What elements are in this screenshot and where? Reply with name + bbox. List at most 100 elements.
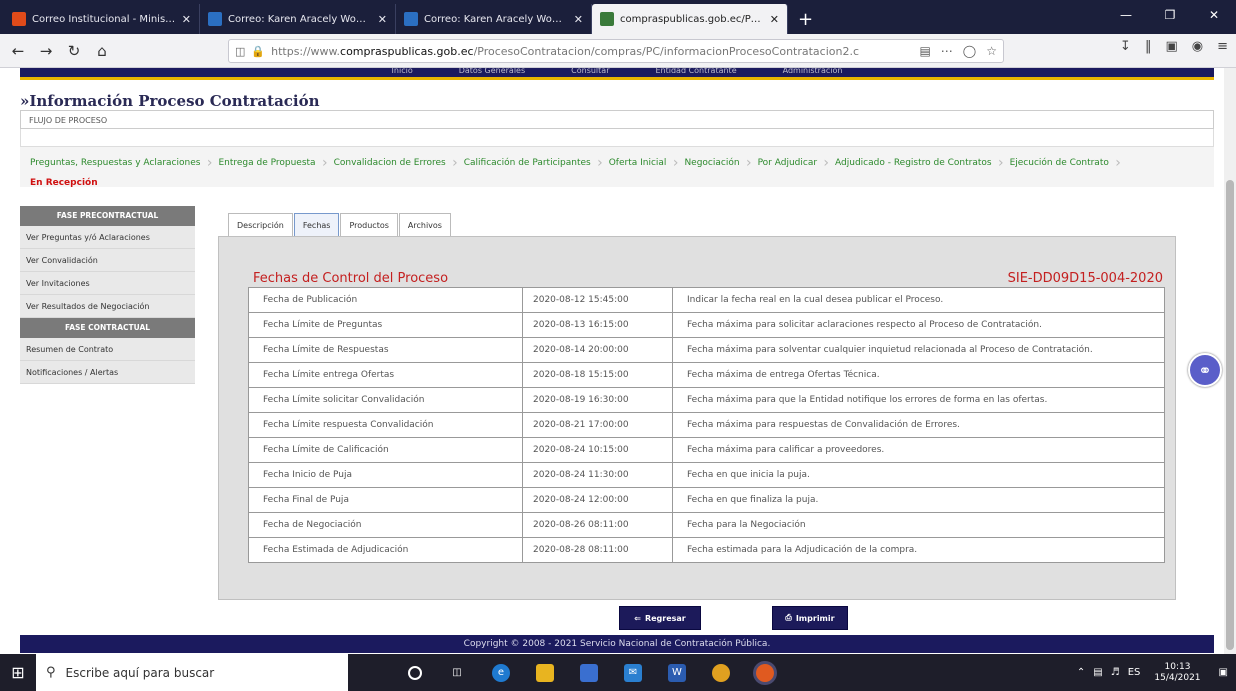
back-button[interactable]: ⇐ Regresar [619,606,701,630]
close-tab-icon[interactable]: ✕ [378,13,387,26]
reload-icon[interactable]: ↻ [60,38,88,64]
date-value: 2020-08-21 17:00:00 [522,412,673,438]
edge-icon[interactable]: e [492,663,510,682]
process-step[interactable]: Preguntas, Respuestas y Aclaraciones [30,153,213,173]
taskbar-search[interactable]: ⚲ Escribe aquí para buscar [36,654,348,691]
url-path: /ProcesoContratacion/compras/PC/informac… [473,44,860,58]
page-actions-icon[interactable]: ⋯ [941,44,953,58]
process-step[interactable]: Adjudicado - Registro de Contratos [835,153,1003,173]
chrome-icon[interactable] [712,663,730,682]
menu-item[interactable]: Ver Resultados de Negociación [20,295,195,318]
firefox-icon[interactable] [756,663,774,682]
date-label: Fecha Límite de Calificación [248,437,523,463]
process-step[interactable]: Convalidacion de Errores [334,153,458,173]
library-icon[interactable]: ‖ [1145,39,1152,54]
browser-tab[interactable]: Correo: Karen Aracely Wonsan ✕ [200,4,396,34]
network-icon[interactable]: ▤ [1093,667,1102,678]
table-row: Fecha Inicio de Puja 2020-08-24 11:30:00 F… [248,462,1165,488]
menu-item[interactable]: Ver Preguntas y/ó Aclaraciones [20,226,195,249]
url-domain: compraspublicas.gob.ec [340,44,474,58]
date-description: Indicar la fecha real en la cual desea p… [672,287,1165,313]
process-step[interactable]: En Recepción [30,173,98,193]
new-tab-button[interactable]: + [788,4,823,34]
menu-item[interactable]: Ver Invitaciones [20,272,195,295]
home-icon[interactable]: ⌂ [88,38,116,64]
restore-icon[interactable]: ❐ [1148,0,1192,30]
url-bar[interactable]: ◫ 🔒 https://www. compraspublicas.gob.ec/P… [228,39,1004,63]
download-icon[interactable]: ↧ [1120,39,1131,54]
tab-descripcion[interactable]: Descripción [228,213,293,237]
table-row: Fecha de Publicación 2020-08-12 15:45:00 I… [248,287,1165,313]
sidebar-icon[interactable]: ▣ [1165,39,1177,54]
topnav-item[interactable]: Entidad Contratante [655,68,736,77]
date-label: Fecha de Publicación [248,287,523,313]
topnav-item[interactable]: Consultar [571,68,609,77]
tab-archivos[interactable]: Archivos [398,213,451,237]
process-step[interactable]: Entrega de Propuesta [218,153,327,173]
process-steps: Preguntas, Respuestas y AclaracionesEntr… [20,147,1214,188]
windows-start-icon[interactable]: ⊞ [0,654,36,691]
close-window-icon[interactable]: ✕ [1192,0,1236,30]
bookmark-star-icon[interactable]: ☆ [986,44,997,58]
minimize-icon[interactable]: — [1104,0,1148,30]
menu-icon[interactable]: ≡ [1217,39,1228,54]
tray-chevron-icon[interactable]: ⌃ [1077,667,1085,678]
notifications-icon[interactable]: ▣ [1219,667,1228,678]
cortana-icon[interactable] [408,665,422,680]
date-label: Fecha Límite de Preguntas [248,312,523,338]
menu-item[interactable]: Notificaciones / Alertas [20,361,195,384]
table-row: Fecha Límite respuesta Convalidación 2020… [248,412,1165,438]
volume-icon[interactable]: ♬ [1111,667,1120,678]
topnav-item[interactable]: Datos Generales [459,68,525,77]
date-label: Fecha Límite entrega Ofertas [248,362,523,388]
menu-item[interactable]: Resumen de Contrato [20,338,195,361]
process-step[interactable]: Calificación de Participantes [464,153,603,173]
process-step[interactable]: Oferta Inicial [609,153,678,173]
mail-icon[interactable]: ✉ [624,663,642,682]
print-button[interactable]: ⎙ Imprimir [772,606,848,630]
shield-icon: ◫ [235,44,246,58]
date-value: 2020-08-18 15:15:00 [522,362,673,388]
browser-tab-title: compraspublicas.gob.ec/Proce [620,13,764,25]
search-icon: ⚲ [46,665,56,680]
tab-fechas[interactable]: Fechas [293,213,340,237]
forward-icon[interactable]: → [32,38,60,64]
process-step[interactable]: Ejecución de Contrato [1010,153,1122,173]
window-controls: — ❐ ✕ [1104,0,1236,30]
store-icon[interactable] [580,663,598,682]
back-button-label: Regresar [644,613,686,623]
table-row: Fecha Límite de Preguntas 2020-08-13 16:1… [248,312,1165,338]
ime-icon[interactable]: ES [1128,667,1141,678]
back-icon[interactable]: ← [4,38,32,64]
browser-tab[interactable]: compraspublicas.gob.ec/Proce ✕ [592,4,788,34]
date-label: Fecha Final de Puja [248,487,523,513]
taskbar-clock[interactable]: 10:13 15/4/2021 [1154,662,1200,684]
date-description: Fecha máxima para que la Entidad notifiq… [672,387,1165,413]
task-view-icon[interactable]: ◫ [448,664,466,682]
date-label: Fecha Límite de Respuestas [248,337,523,363]
file-explorer-icon[interactable] [536,663,554,682]
table-row: Fecha de Negociación 2020-08-26 08:11:00 F… [248,512,1165,538]
close-tab-icon[interactable]: ✕ [574,13,583,26]
date-label: Fecha de Negociación [248,512,523,538]
word-icon[interactable]: W [668,663,686,682]
dates-table: Fecha de Publicación 2020-08-12 15:45:00 I… [248,287,1165,563]
url-prefix: https://www. [271,44,341,58]
topnav-item[interactable]: Administración [783,68,843,77]
scrollbar-thumb[interactable] [1226,180,1234,650]
account-icon[interactable]: ◉ [1192,39,1203,54]
page-scrollbar[interactable] [1224,68,1236,654]
date-value: 2020-08-24 11:30:00 [522,462,673,488]
pocket-icon[interactable]: ◯ [963,44,976,58]
menu-item[interactable]: Ver Convalidación [20,249,195,272]
tab-productos[interactable]: Productos [340,213,398,237]
process-step[interactable]: Negociación [684,153,751,173]
process-step[interactable]: Por Adjudicar [758,153,830,173]
topnav-item[interactable]: Inicio [392,68,413,77]
close-tab-icon[interactable]: ✕ [770,13,779,26]
floating-assistant-icon[interactable]: ⚭ [1188,353,1222,387]
close-tab-icon[interactable]: ✕ [182,13,191,26]
browser-tab[interactable]: Correo: Karen Aracely Wonsan ✕ [396,4,592,34]
reader-view-icon[interactable]: ▤ [919,44,930,58]
browser-tab[interactable]: Correo Institucional - Minister ✕ [4,4,200,34]
